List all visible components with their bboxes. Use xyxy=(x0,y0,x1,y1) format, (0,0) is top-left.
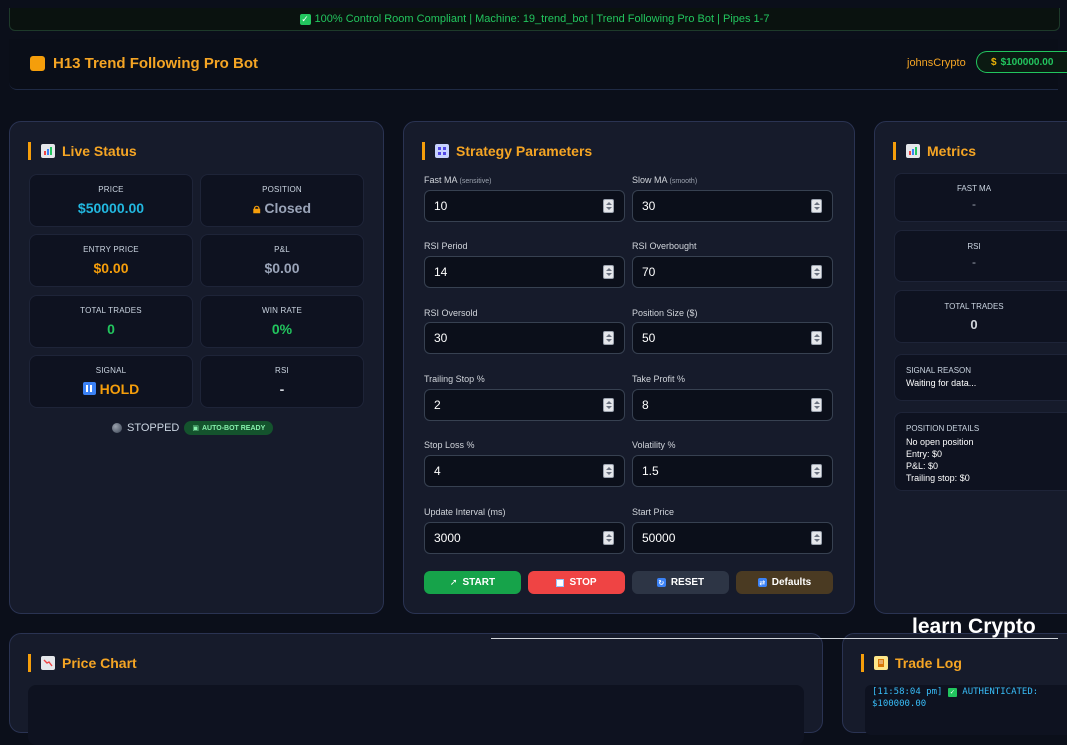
rsi-overbought-input[interactable]: 70 xyxy=(632,256,833,288)
username: johnsCrypto xyxy=(907,57,966,69)
total-trades-tile: TOTAL TRADES 0 xyxy=(29,295,193,348)
price-tile: PRICE $50000.00 xyxy=(29,174,193,227)
refresh-icon: ↻ xyxy=(656,578,666,587)
win-rate-tile: WIN RATE 0% xyxy=(200,295,364,348)
balance-badge: $ $100000.00 xyxy=(976,51,1067,73)
param-label-volatility: Volatility % xyxy=(632,440,676,450)
trailing-stop-input[interactable]: 2 xyxy=(424,389,625,421)
param-label-rsi-overbought: RSI Overbought xyxy=(632,241,697,251)
spinner-icon[interactable] xyxy=(811,331,822,345)
update-interval-input[interactable]: 3000 xyxy=(424,522,625,554)
position-tile: POSITION 🔒︎ Closed xyxy=(200,174,364,227)
spinner-icon[interactable] xyxy=(603,464,614,478)
start-price-input[interactable]: 50000 xyxy=(632,522,833,554)
spinner-icon[interactable] xyxy=(811,265,822,279)
auto-bot-badge: ▣ AUTO-BOT READY xyxy=(184,421,274,435)
signal-reason-metric: SIGNAL REASON Waiting for data... xyxy=(894,354,1067,401)
status-dot-icon xyxy=(112,423,122,433)
price-chart-panel: Price Chart xyxy=(9,633,823,745)
fast-ma-input[interactable]: 10 xyxy=(424,190,625,222)
param-label-position-size: Position Size ($) xyxy=(632,308,698,318)
stop-loss-input[interactable]: 4 xyxy=(424,455,625,487)
metrics-title: Metrics xyxy=(893,142,976,160)
scroll-icon xyxy=(874,656,888,670)
bot-logo-icon xyxy=(30,56,45,71)
reset-button[interactable]: ↻ RESET xyxy=(632,571,729,594)
robot-icon: ▣ xyxy=(192,425,199,432)
compliance-banner: ✓ 100% Control Room Compliant | Machine:… xyxy=(9,8,1060,31)
param-label-rsi-oversold: RSI Oversold xyxy=(424,308,478,318)
price-chart-area xyxy=(28,685,804,745)
total-trades-metric: TOTAL TRADES 0 xyxy=(894,290,1067,343)
live-status-panel: Live Status PRICE $50000.00 POSITION 🔒︎ … xyxy=(9,121,384,614)
start-button[interactable]: ➚ START xyxy=(424,571,521,594)
pnl-tile: P&L $0.00 xyxy=(200,234,364,287)
log-entry: [11:58:04 pm] ✓ AUTHENTICATED: $100000.0… xyxy=(872,687,1039,709)
take-profit-input[interactable]: 8 xyxy=(632,389,833,421)
banner-text: 100% Control Room Compliant | Machine: 1… xyxy=(314,13,770,25)
position-size-input[interactable]: 50 xyxy=(632,322,833,354)
spinner-icon[interactable] xyxy=(603,398,614,412)
spinner-icon[interactable] xyxy=(603,199,614,213)
chart-icon xyxy=(906,144,920,158)
rsi-tile: RSI - xyxy=(200,355,364,408)
spinner-icon[interactable] xyxy=(811,464,822,478)
slow-ma-input[interactable]: 30 xyxy=(632,190,833,222)
param-label-trailing-stop: Trailing Stop % xyxy=(424,374,485,384)
param-label-take-profit: Take Profit % xyxy=(632,374,686,384)
spinner-icon[interactable] xyxy=(811,398,822,412)
bot-state-row: STOPPED ▣ AUTO-BOT READY xyxy=(112,421,274,435)
defaults-icon: ⇄ xyxy=(757,578,767,587)
app-header: H13 Trend Following Pro Bot johnsCrypto … xyxy=(9,39,1067,90)
param-label-stop-loss: Stop Loss % xyxy=(424,440,475,450)
chart-down-icon xyxy=(41,656,55,670)
rocket-icon: ➚ xyxy=(449,577,458,587)
watermark-text: learn Crypto xyxy=(912,615,1036,638)
param-label-update-interval: Update Interval (ms) xyxy=(424,507,506,517)
lock-icon: 🔒︎ xyxy=(252,200,261,216)
spinner-icon[interactable] xyxy=(603,265,614,279)
chart-icon xyxy=(41,144,55,158)
stop-square-icon xyxy=(556,578,565,587)
param-label-slow-ma: Slow MA (smooth) xyxy=(632,175,698,185)
spinner-icon[interactable] xyxy=(603,531,614,545)
rsi-metric: RSI - xyxy=(894,230,1067,282)
rsi-period-input[interactable]: 14 xyxy=(424,256,625,288)
signal-tile: SIGNAL HOLD xyxy=(29,355,193,408)
volatility-input[interactable]: 1.5 xyxy=(632,455,833,487)
entry-price-tile: ENTRY PRICE $0.00 xyxy=(29,234,193,287)
money-bag-icon: $ xyxy=(991,56,997,68)
page-title: H13 Trend Following Pro Bot xyxy=(53,55,259,72)
balance-value: $100000.00 xyxy=(1000,56,1054,68)
spinner-icon[interactable] xyxy=(811,531,822,545)
strategy-title: Strategy Parameters xyxy=(422,142,592,160)
trade-log-panel: Trade Log xyxy=(842,633,1067,735)
spinner-icon[interactable] xyxy=(603,331,614,345)
live-status-title: Live Status xyxy=(28,142,137,160)
defaults-button[interactable]: ⇄ Defaults xyxy=(736,571,833,594)
param-label-rsi-period: RSI Period xyxy=(424,241,468,251)
pause-icon xyxy=(82,382,96,395)
param-label-start-price: Start Price xyxy=(632,507,675,517)
check-icon: ✓ xyxy=(299,13,311,25)
stop-button[interactable]: STOP xyxy=(528,571,625,594)
fast-ma-metric: FAST MA - xyxy=(894,173,1067,222)
control-knobs-icon xyxy=(435,144,449,158)
position-details-metric: POSITION DETAILS No open position Entry:… xyxy=(894,412,1067,491)
bot-state-text: STOPPED xyxy=(127,422,180,434)
param-label-fast-ma: Fast MA (sensitive) xyxy=(424,175,492,185)
check-icon: ✓ xyxy=(947,688,957,697)
rsi-oversold-input[interactable]: 30 xyxy=(424,322,625,354)
spinner-icon[interactable] xyxy=(811,199,822,213)
trade-log-title: Trade Log xyxy=(861,654,962,672)
price-chart-title: Price Chart xyxy=(28,654,137,672)
